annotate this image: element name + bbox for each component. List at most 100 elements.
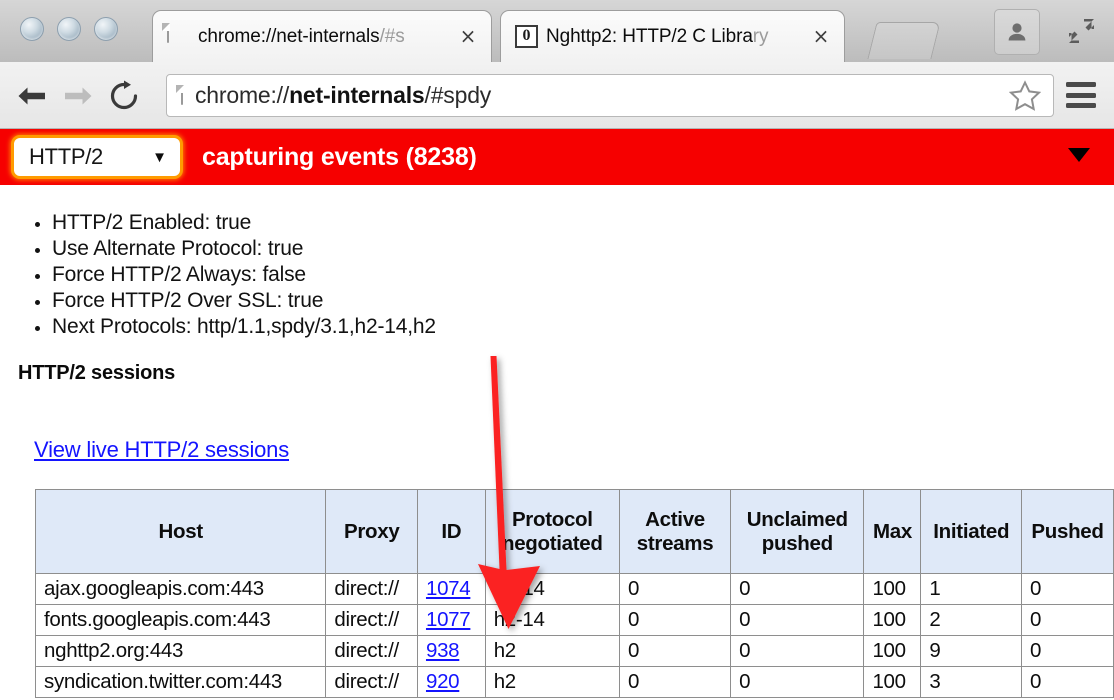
bookmark-star-button[interactable] [1009, 80, 1041, 111]
cell-max: 100 [863, 604, 922, 636]
list-item: HTTP/2 Enabled: true [52, 211, 1114, 235]
column-header-protocol[interactable]: Protocol negotiated [484, 489, 620, 574]
cell-max: 100 [863, 573, 922, 605]
protocol-select-value: HTTP/2 [29, 144, 103, 169]
page-title: HTTP/2 sessions [18, 361, 176, 384]
session-id-link[interactable]: 1074 [426, 577, 471, 600]
cell-id: 920 [416, 666, 486, 698]
http2-sessions-table: Host Proxy ID Protocol negotiated Active… [34, 489, 1114, 698]
page-icon [167, 23, 189, 49]
chrome-menu-button[interactable] [1066, 82, 1096, 108]
tab-title-main: chrome://net-internals [198, 25, 380, 47]
table-row: nghttp2.org:443 direct:// 938 h2 0 0 100… [34, 635, 1114, 667]
browser-window: chrome://net-internals/#s × 0 Nghttp2: H… [0, 0, 1114, 700]
cell-max: 100 [863, 635, 922, 667]
person-icon [1008, 23, 1026, 41]
cell-id: 1077 [416, 604, 486, 636]
cell-active: 0 [618, 666, 732, 698]
view-live-sessions-link[interactable]: View live HTTP/2 sessions [34, 437, 289, 463]
cell-unclaimed: 0 [730, 604, 865, 636]
http2-properties-list: HTTP/2 Enabled: true Use Alternate Proto… [0, 211, 1114, 339]
cell-proxy: direct:// [325, 573, 418, 605]
close-window-button[interactable] [20, 17, 44, 41]
column-header-initiated[interactable]: Initiated [920, 489, 1023, 574]
tab-title-sub: ry [752, 25, 769, 47]
column-header-active[interactable]: Active streams [618, 489, 732, 574]
arrow-right-icon [65, 87, 92, 105]
tab-strip: chrome://net-internals/#s × 0 Nghttp2: H… [0, 0, 1114, 63]
column-header-id[interactable]: ID [416, 489, 486, 574]
cell-active: 0 [618, 573, 732, 605]
cell-max: 100 [863, 666, 922, 698]
arrow-left-icon [18, 87, 45, 105]
table-row: syndication.twitter.com:443 direct:// 92… [34, 666, 1114, 698]
column-header-host[interactable]: Host [34, 489, 327, 574]
expand-capture-panel-icon[interactable] [1068, 148, 1090, 162]
tab-net-internals[interactable]: chrome://net-internals/#s × [152, 10, 492, 62]
cell-protocol: h2 [484, 635, 620, 667]
cell-unclaimed: 0 [730, 573, 865, 605]
zoom-window-button[interactable] [94, 17, 118, 41]
profile-avatar-button[interactable] [994, 9, 1040, 55]
star-icon [1009, 80, 1041, 111]
cell-proxy: direct:// [325, 635, 418, 667]
address-bar[interactable]: chrome://net-internals/#spdy [166, 74, 1054, 117]
cell-pushed: 0 [1021, 604, 1114, 636]
cell-initiated: 1 [920, 573, 1023, 605]
close-icon[interactable]: × [810, 26, 832, 48]
cell-proxy: direct:// [325, 666, 418, 698]
close-icon[interactable]: × [457, 26, 479, 48]
capture-status-text: capturing events (8238) [202, 142, 477, 171]
cell-unclaimed: 0 [730, 666, 865, 698]
session-id-link[interactable]: 1077 [426, 608, 471, 631]
url-scheme: chrome:// [195, 82, 290, 108]
tab-title-main: Nghttp2: HTTP/2 C Libra [546, 25, 753, 47]
cell-pushed: 0 [1021, 573, 1114, 605]
fullscreen-button[interactable] [1064, 14, 1098, 48]
session-id-link[interactable]: 938 [426, 639, 460, 662]
cell-host: syndication.twitter.com:443 [34, 666, 327, 698]
hamburger-bar-3 [1066, 103, 1096, 108]
cell-initiated: 2 [920, 604, 1023, 636]
cell-initiated: 3 [920, 666, 1023, 698]
nghttp2-icon: 0 [515, 24, 538, 49]
window-traffic-lights [20, 17, 118, 41]
table-row: fonts.googleapis.com:443 direct:// 1077 … [34, 604, 1114, 636]
capture-status-bar: HTTP/2 ▼ capturing events (8238) [0, 129, 1114, 185]
forward-button[interactable] [58, 76, 98, 116]
list-item: Force HTTP/2 Always: false [52, 263, 1114, 287]
cell-active: 0 [618, 635, 732, 667]
page-info-icon [181, 85, 183, 105]
list-item: Force HTTP/2 Over SSL: true [52, 289, 1114, 313]
expand-arrows-icon [1069, 19, 1094, 43]
column-header-max[interactable]: Max [863, 489, 922, 574]
address-bar-url: chrome://net-internals/#spdy [195, 82, 1009, 109]
minimize-window-button[interactable] [57, 17, 81, 41]
cell-host: ajax.googleapis.com:443 [34, 573, 327, 605]
tab-nghttp2[interactable]: 0 Nghttp2: HTTP/2 C Library × [500, 10, 845, 62]
nghttp2-favicon-text: 0 [515, 24, 538, 48]
cell-pushed: 0 [1021, 635, 1114, 667]
column-header-pushed[interactable]: Pushed [1021, 489, 1114, 574]
session-id-link[interactable]: 920 [426, 670, 460, 693]
chevron-down-icon: ▼ [152, 148, 167, 166]
tab-title-sub: /#s [379, 25, 405, 47]
net-internals-spdy-page: HTTP/2 Enabled: true Use Alternate Proto… [0, 185, 1114, 700]
cell-unclaimed: 0 [730, 635, 865, 667]
cell-host: fonts.googleapis.com:443 [34, 604, 327, 636]
cell-pushed: 0 [1021, 666, 1114, 698]
cell-active: 0 [618, 604, 732, 636]
new-tab-button[interactable] [867, 22, 941, 59]
cell-protocol: h2 [484, 666, 620, 698]
table-header-row: Host Proxy ID Protocol negotiated Active… [34, 489, 1114, 574]
table-row: ajax.googleapis.com:443 direct:// 1074 h… [34, 573, 1114, 605]
reload-button[interactable] [104, 76, 144, 116]
url-host: net-internals [289, 82, 425, 108]
url-path: /#spdy [424, 82, 492, 108]
tab-title-net-internals: chrome://net-internals/#s [198, 26, 451, 48]
cell-id: 1074 [416, 573, 486, 605]
back-button[interactable] [12, 76, 52, 116]
protocol-select[interactable]: HTTP/2 ▼ [14, 138, 180, 176]
column-header-unclaimed[interactable]: Unclaimed pushed [730, 489, 865, 574]
column-header-proxy[interactable]: Proxy [325, 489, 418, 574]
